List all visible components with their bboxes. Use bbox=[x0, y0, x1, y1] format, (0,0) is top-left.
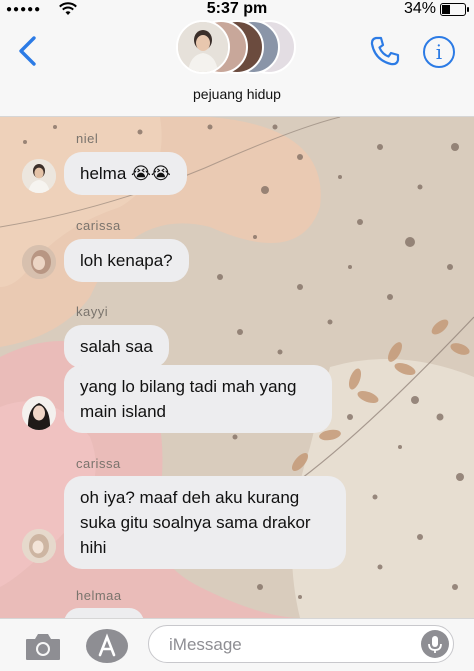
message-thread[interactable]: niel helma 😭😭 carissa loh kenapa? kayyi … bbox=[0, 117, 474, 618]
sender-name: carissa bbox=[76, 218, 121, 233]
chevron-left-icon[interactable] bbox=[14, 34, 42, 68]
info-icon[interactable]: i bbox=[423, 36, 455, 68]
message-input[interactable]: iMessage bbox=[148, 625, 454, 663]
sender-avatar[interactable] bbox=[22, 396, 56, 430]
sender-name: helmaa bbox=[76, 588, 122, 603]
sender-avatar[interactable] bbox=[22, 159, 56, 193]
group-name[interactable]: pejuang hidup bbox=[0, 86, 474, 102]
sender-avatar[interactable] bbox=[22, 245, 56, 279]
message-bubble[interactable]: helma 😭😭 bbox=[64, 152, 187, 195]
message-bubble[interactable]: yang lo bilang tadi mah yang main island bbox=[64, 365, 332, 433]
sender-name: carissa bbox=[76, 456, 121, 471]
message-bubble[interactable]: loh kenapa? bbox=[64, 239, 189, 282]
status-bar: ●●●●● 5:37 pm 34% bbox=[0, 0, 474, 20]
clock: 5:37 pm bbox=[206, 0, 268, 17]
compose-bar: iMessage bbox=[0, 618, 474, 671]
member-avatar bbox=[176, 20, 230, 74]
group-avatar-stack[interactable] bbox=[176, 20, 300, 76]
microphone-icon[interactable] bbox=[421, 630, 449, 658]
app-store-icon[interactable] bbox=[86, 629, 128, 663]
battery-icon bbox=[440, 3, 469, 16]
sender-avatar[interactable] bbox=[22, 529, 56, 563]
phone-icon[interactable] bbox=[368, 34, 402, 68]
conversation-header: pejuang hidup i bbox=[0, 20, 474, 117]
battery-percentage: 34% bbox=[403, 0, 436, 17]
sender-name: niel bbox=[76, 131, 99, 146]
message-placeholder: iMessage bbox=[169, 635, 242, 654]
camera-icon[interactable] bbox=[24, 632, 62, 662]
sender-name: kayyi bbox=[76, 304, 109, 319]
message-bubble[interactable]: salah saa bbox=[64, 325, 169, 368]
message-bubble[interactable] bbox=[64, 608, 144, 618]
message-bubble[interactable]: oh iya? maaf deh aku kurang suka gitu so… bbox=[64, 476, 346, 569]
